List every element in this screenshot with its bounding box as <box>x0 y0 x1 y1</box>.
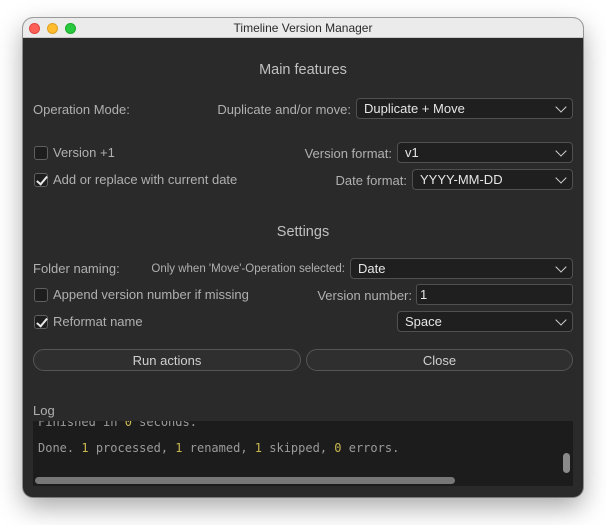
window-title: Timeline Version Manager <box>233 21 373 35</box>
reformat-value: Space <box>405 314 442 329</box>
main-features-heading: Main features <box>259 62 347 78</box>
date-format-value: YYYY-MM-DD <box>420 172 503 187</box>
chevron-down-icon <box>555 172 567 184</box>
settings-heading: Settings <box>276 224 330 240</box>
chevron-down-icon <box>555 314 567 326</box>
log-text: skipped, <box>262 441 335 455</box>
date-format-label: Date format: <box>335 173 407 188</box>
log-number: 0 <box>124 421 132 429</box>
log-text: renamed, <box>182 441 255 455</box>
app-window: Timeline Version Manager Main features O… <box>23 18 583 497</box>
version-plus-checkbox[interactable] <box>34 146 48 160</box>
title-bar: Timeline Version Manager <box>23 18 583 38</box>
log-label: Log <box>33 403 55 418</box>
chevron-down-icon <box>555 261 567 273</box>
vertical-scrollbar[interactable] <box>563 453 570 473</box>
folder-naming-select[interactable]: Date <box>350 258 573 279</box>
log-number: 1 <box>175 441 183 455</box>
log-output[interactable]: Finished in 0 seconds. Done. 1 processed… <box>33 421 573 486</box>
duplicate-move-select[interactable]: Duplicate + Move <box>356 98 573 119</box>
chevron-down-icon <box>555 145 567 157</box>
log-number: 1 <box>254 441 263 455</box>
log-text: errors. <box>341 441 400 455</box>
version-number-input[interactable]: 1 <box>416 284 573 305</box>
add-date-checkbox[interactable] <box>34 173 48 187</box>
log-text: processed, <box>88 441 176 455</box>
version-number-label: Version number: <box>317 288 412 303</box>
operation-mode-label: Operation Mode: <box>33 102 130 117</box>
version-format-label: Version format: <box>304 146 392 161</box>
duplicate-move-label: Duplicate and/or move: <box>217 102 351 117</box>
log-line: Finished in 0 seconds. <box>38 421 197 429</box>
close-button[interactable]: Close <box>306 349 573 371</box>
folder-naming-value: Date <box>358 261 386 276</box>
date-format-select[interactable]: YYYY-MM-DD <box>412 169 573 190</box>
log-text: Done. <box>38 441 82 455</box>
version-format-value: v1 <box>405 145 419 160</box>
horizontal-scrollbar[interactable] <box>35 477 455 484</box>
reformat-name-checkbox[interactable] <box>34 315 48 329</box>
run-actions-button[interactable]: Run actions <box>33 349 301 371</box>
chevron-down-icon <box>555 101 567 113</box>
log-number: 1 <box>81 441 89 455</box>
log-line: Done. 1 processed, 1 renamed, 1 skipped,… <box>38 441 399 455</box>
main-content: Main features Operation Mode: Duplicate … <box>23 38 583 497</box>
log-text: seconds. <box>131 421 197 429</box>
version-plus-label: Version +1 <box>53 145 115 160</box>
append-version-checkbox[interactable] <box>34 288 48 302</box>
duplicate-move-value: Duplicate + Move <box>364 101 465 116</box>
log-text: Finished in <box>38 421 125 429</box>
append-version-label: Append version number if missing <box>53 287 249 302</box>
log-number: 0 <box>334 441 342 455</box>
move-only-label: Only when 'Move'-Operation selected: <box>151 263 345 275</box>
reformat-select[interactable]: Space <box>397 311 573 332</box>
add-date-label: Add or replace with current date <box>53 172 238 187</box>
reformat-name-label: Reformat name <box>53 314 143 329</box>
folder-naming-label: Folder naming: <box>33 261 120 276</box>
version-format-select[interactable]: v1 <box>397 142 573 163</box>
